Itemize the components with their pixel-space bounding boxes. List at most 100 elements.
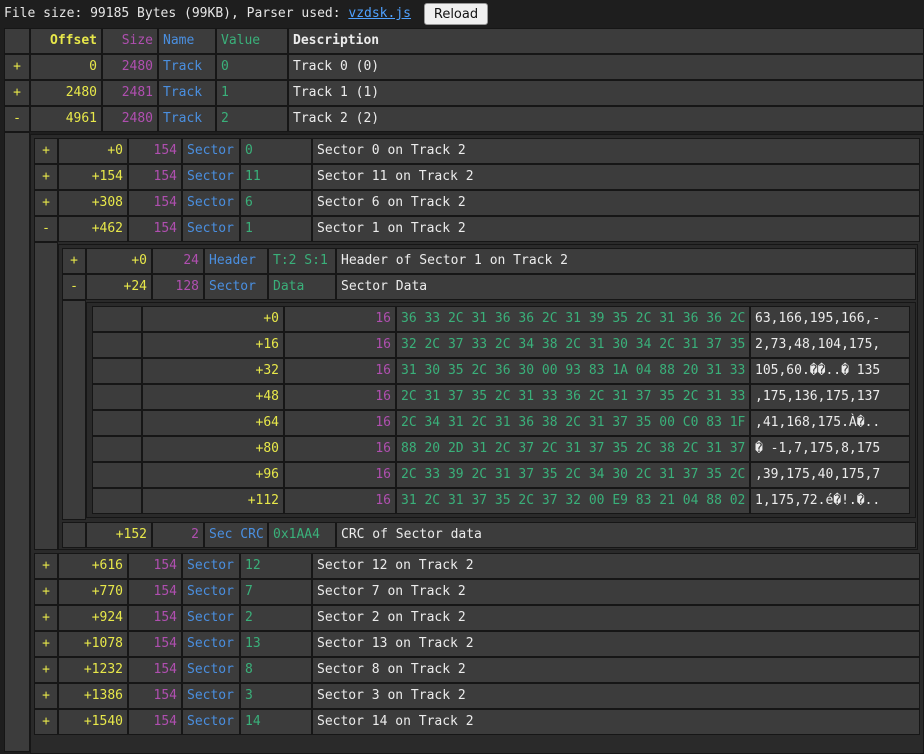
offset-cell: +308	[58, 190, 128, 216]
description-cell: Sector 13 on Track 2	[312, 631, 920, 657]
hex-row-spacer	[92, 410, 142, 436]
description-cell: Sector 12 on Track 2	[312, 553, 920, 579]
hex-bytes: 2C 31 37 35 2C 31 33 36 2C 31 37 35 2C 3…	[396, 384, 750, 410]
file-size-text: File size: 99185 Bytes (99KB), Parser us…	[4, 6, 349, 21]
hex-ascii: 105,60.��..� 135	[750, 358, 910, 384]
name-cell: Sector	[204, 274, 268, 300]
expand-toggle[interactable]: +	[34, 579, 58, 605]
description-cell: Track 1 (1)	[288, 80, 924, 106]
offset-cell: +616	[58, 553, 128, 579]
size-cell: 154	[128, 164, 182, 190]
value-cell: 1	[240, 216, 312, 242]
value-cell: 1	[216, 80, 288, 106]
expand-toggle[interactable]: -	[4, 106, 30, 132]
expand-toggle[interactable]: -	[34, 216, 58, 242]
size-cell: 154	[128, 657, 182, 683]
hex-offset: +48	[142, 384, 284, 410]
parser-link[interactable]: vzdsk.js	[348, 6, 411, 21]
offset-cell: +462	[58, 216, 128, 242]
hex-size: 16	[284, 306, 396, 332]
name-cell: Sector	[182, 605, 240, 631]
hex-row-spacer	[92, 332, 142, 358]
name-cell: Sector	[182, 631, 240, 657]
name-cell: Sector	[182, 657, 240, 683]
expand-toggle[interactable]: +	[34, 553, 58, 579]
value-cell: T:2 S:1	[268, 248, 336, 274]
name-cell: Sector	[182, 138, 240, 164]
expand-toggle[interactable]: +	[62, 248, 86, 274]
hex-ascii: 1,175,72.é�!.�..	[750, 488, 910, 514]
expand-toggle[interactable]: -	[62, 274, 86, 300]
expand-toggle[interactable]: +	[34, 709, 58, 735]
description-cell: Sector 7 on Track 2	[312, 579, 920, 605]
name-cell: Sector	[182, 683, 240, 709]
hex-bytes: 31 2C 31 37 35 2C 37 32 00 E9 83 21 04 8…	[396, 488, 750, 514]
hex-bytes: 31 30 35 2C 36 30 00 93 83 1A 04 88 20 3…	[396, 358, 750, 384]
description-cell: CRC of Sector data	[336, 522, 916, 548]
value-cell: 3	[240, 683, 312, 709]
expand-toggle[interactable]: +	[34, 631, 58, 657]
offset-cell: +154	[58, 164, 128, 190]
hex-size: 16	[284, 384, 396, 410]
expand-toggle[interactable]: +	[4, 54, 30, 80]
description-cell: Sector 6 on Track 2	[312, 190, 920, 216]
file-info: File size: 99185 Bytes (99KB), Parser us…	[4, 6, 411, 21]
description-cell: Sector 2 on Track 2	[312, 605, 920, 631]
hex-offset: +112	[142, 488, 284, 514]
row-spacer	[62, 522, 86, 548]
size-cell: 128	[152, 274, 204, 300]
hex-size: 16	[284, 488, 396, 514]
description-cell: Track 2 (2)	[288, 106, 924, 132]
value-cell: 2	[216, 106, 288, 132]
offset-cell: +770	[58, 579, 128, 605]
description-cell: Track 0 (0)	[288, 54, 924, 80]
reload-button[interactable]: Reload	[424, 3, 488, 25]
expand-toggle[interactable]: +	[34, 190, 58, 216]
size-cell: 2	[152, 522, 204, 548]
header-spacer	[4, 28, 30, 54]
hex-offset: +0	[142, 306, 284, 332]
hex-ascii: ,175,136,175,137	[750, 384, 910, 410]
size-cell: 2480	[102, 106, 158, 132]
value-cell: 11	[240, 164, 312, 190]
size-cell: 154	[128, 631, 182, 657]
expand-toggle[interactable]: +	[4, 80, 30, 106]
description-cell: Sector 8 on Track 2	[312, 657, 920, 683]
hex-bytes: 32 2C 37 33 2C 34 38 2C 31 30 34 2C 31 3…	[396, 332, 750, 358]
hex-row-spacer	[92, 306, 142, 332]
hex-size: 16	[284, 358, 396, 384]
hex-bytes: 36 33 2C 31 36 36 2C 31 39 35 2C 31 36 3…	[396, 306, 750, 332]
hex-offset: +80	[142, 436, 284, 462]
offset-cell: 2480	[30, 80, 102, 106]
value-cell: 7	[240, 579, 312, 605]
description-cell: Sector 1 on Track 2	[312, 216, 920, 242]
offset-cell: +924	[58, 605, 128, 631]
hex-offset: +96	[142, 462, 284, 488]
hex-ascii: 63,166,195,166,-	[750, 306, 910, 332]
expand-toggle[interactable]: +	[34, 683, 58, 709]
expand-toggle[interactable]: +	[34, 138, 58, 164]
value-cell: 14	[240, 709, 312, 735]
expand-toggle[interactable]: +	[34, 605, 58, 631]
name-cell: Sector	[182, 216, 240, 242]
size-cell: 2481	[102, 80, 158, 106]
column-header-name: Name	[158, 28, 216, 54]
hex-row-spacer	[92, 462, 142, 488]
name-cell: Sector	[182, 709, 240, 735]
size-cell: 154	[128, 683, 182, 709]
status-bar: File size: 99185 Bytes (99KB), Parser us…	[0, 0, 924, 28]
size-cell: 2480	[102, 54, 158, 80]
hex-offset: +64	[142, 410, 284, 436]
value-cell: 2	[240, 605, 312, 631]
column-header-description: Description	[288, 28, 924, 54]
hex-bytes: 2C 34 31 2C 31 36 38 2C 31 37 35 00 C0 8…	[396, 410, 750, 436]
value-cell: Data	[268, 274, 336, 300]
expand-toggle[interactable]: +	[34, 164, 58, 190]
size-cell: 154	[128, 553, 182, 579]
hex-row-spacer	[92, 358, 142, 384]
size-cell: 154	[128, 190, 182, 216]
offset-cell: +0	[86, 248, 152, 274]
expand-toggle[interactable]: +	[34, 657, 58, 683]
hex-bytes: 88 20 2D 31 2C 37 2C 31 37 35 2C 38 2C 3…	[396, 436, 750, 462]
value-cell: 13	[240, 631, 312, 657]
